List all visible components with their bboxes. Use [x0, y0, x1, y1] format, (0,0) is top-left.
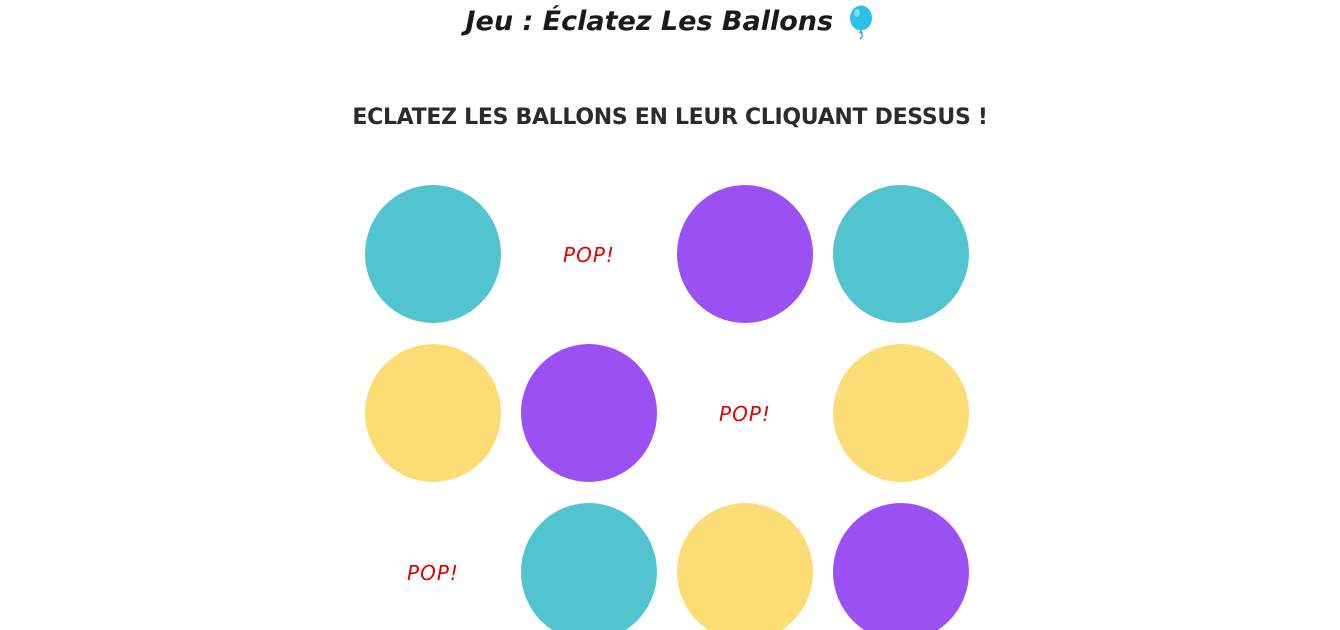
balloon-yellow[interactable]	[833, 344, 969, 482]
balloon-cell	[828, 339, 974, 485]
page-title: Jeu : Éclatez Les Ballons	[0, 2, 1340, 42]
balloon-purple[interactable]	[677, 185, 813, 323]
balloon-icon	[850, 5, 873, 39]
balloon-cell	[360, 180, 506, 326]
balloon-cell	[828, 498, 974, 630]
balloon-yellow[interactable]	[677, 503, 813, 630]
game-instructions: ECLATEZ LES BALLONS EN LEUR CLIQUANT DES…	[352, 105, 988, 130]
balloon-cell	[360, 339, 506, 485]
page-title-text: Jeu : Éclatez Les Ballons	[465, 6, 834, 37]
balloon-purple[interactable]	[833, 503, 969, 630]
balloon-cell	[828, 180, 974, 326]
balloon-cell	[672, 180, 818, 326]
balloon-teal[interactable]	[521, 503, 657, 630]
balloon-cell: POP!	[516, 180, 662, 326]
balloon-teal[interactable]	[365, 185, 501, 323]
game-page: Jeu : Éclatez Les Ballons ECLATEZ LES BA…	[0, 0, 1340, 630]
balloon-cell	[672, 498, 818, 630]
balloon-purple[interactable]	[521, 344, 657, 482]
balloon-cell: POP!	[360, 498, 506, 630]
balloon-yellow[interactable]	[365, 344, 501, 482]
balloon-cell	[516, 498, 662, 630]
balloon-teal[interactable]	[833, 185, 969, 323]
pop-label[interactable]: POP!	[360, 498, 506, 630]
pop-label[interactable]: POP!	[672, 339, 818, 485]
pop-label[interactable]: POP!	[516, 180, 662, 326]
balloon-cell	[516, 339, 662, 485]
balloon-cell: POP!	[672, 339, 818, 485]
